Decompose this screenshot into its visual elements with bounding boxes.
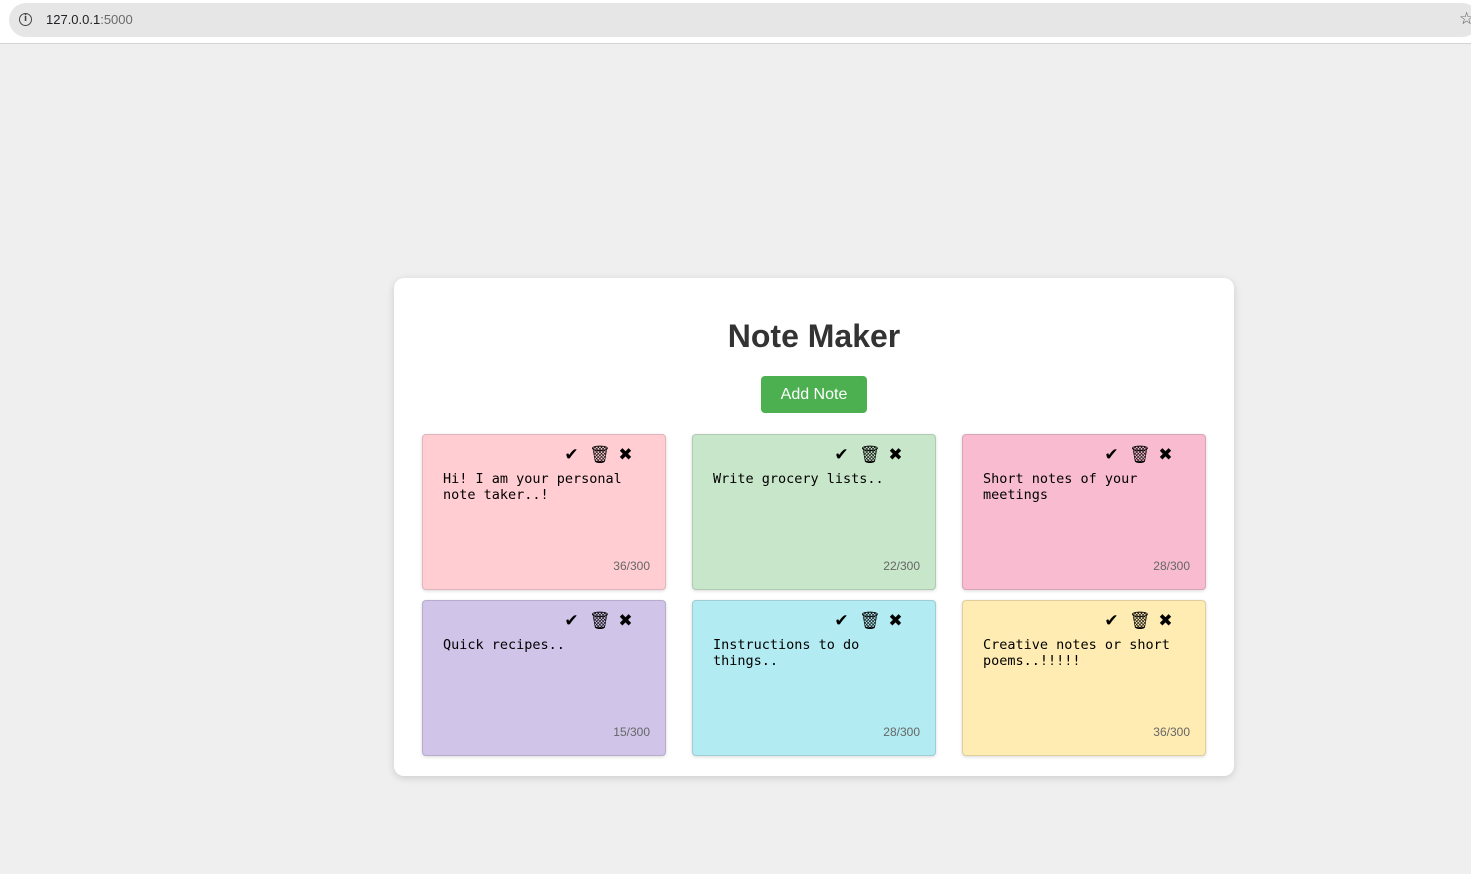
site-info-icon[interactable]: i bbox=[19, 13, 32, 26]
trash-icon[interactable]: 🗑 bbox=[859, 445, 881, 465]
bookmark-star-icon[interactable]: ☆ bbox=[1459, 9, 1471, 29]
close-icon[interactable]: ✖ bbox=[1156, 611, 1175, 631]
address-bar[interactable]: i 127.0.0.1:5000 ☆ bbox=[9, 3, 1471, 37]
notes-grid: ✔ 🗑 ✖ Hi! I am your personal note taker.… bbox=[422, 434, 1206, 756]
note-card[interactable]: ✔ 🗑 ✖ Instructions to do things.. 28/300 bbox=[692, 600, 936, 756]
char-count: 15/300 bbox=[613, 725, 650, 739]
trash-icon[interactable]: 🗑 bbox=[1129, 611, 1151, 631]
url-port: :5000 bbox=[100, 12, 133, 27]
note-card[interactable]: ✔ 🗑 ✖ Creative notes or short poems..!!!… bbox=[962, 600, 1206, 756]
note-card[interactable]: ✔ 🗑 ✖ Quick recipes.. 15/300 bbox=[422, 600, 666, 756]
note-actions: ✔ 🗑 ✖ bbox=[832, 445, 905, 465]
page-title: Note Maker bbox=[727, 318, 901, 354]
note-text[interactable]: Short notes of your meetings bbox=[983, 471, 1188, 503]
note-card[interactable]: ✔ 🗑 ✖ Hi! I am your personal note taker.… bbox=[422, 434, 666, 590]
trash-icon[interactable]: 🗑 bbox=[1129, 445, 1151, 465]
check-icon[interactable]: ✔ bbox=[832, 611, 851, 631]
check-icon[interactable]: ✔ bbox=[832, 445, 851, 465]
note-text[interactable]: Creative notes or short poems..!!!!! bbox=[983, 637, 1188, 669]
note-actions: ✔ 🗑 ✖ bbox=[832, 611, 905, 631]
char-count: 28/300 bbox=[883, 725, 920, 739]
close-icon[interactable]: ✖ bbox=[616, 445, 635, 465]
check-icon[interactable]: ✔ bbox=[1102, 445, 1121, 465]
trash-icon[interactable]: 🗑 bbox=[859, 611, 881, 631]
close-icon[interactable]: ✖ bbox=[616, 611, 635, 631]
note-maker-panel: Note Maker Add Note ✔ 🗑 ✖ Hi! I am your … bbox=[394, 278, 1234, 776]
url-text[interactable]: 127.0.0.1:5000 bbox=[46, 12, 133, 27]
browser-toolbar: i 127.0.0.1:5000 ☆ bbox=[0, 0, 1471, 44]
note-text[interactable]: Instructions to do things.. bbox=[713, 637, 918, 669]
char-count: 36/300 bbox=[613, 559, 650, 573]
check-icon[interactable]: ✔ bbox=[562, 445, 581, 465]
note-card[interactable]: ✔ 🗑 ✖ Short notes of your meetings 28/30… bbox=[962, 434, 1206, 590]
check-icon[interactable]: ✔ bbox=[1102, 611, 1121, 631]
char-count: 28/300 bbox=[1153, 559, 1190, 573]
note-text[interactable]: Quick recipes.. bbox=[443, 637, 648, 653]
trash-icon[interactable]: 🗑 bbox=[589, 611, 611, 631]
note-card[interactable]: ✔ 🗑 ✖ Write grocery lists.. 22/300 bbox=[692, 434, 936, 590]
trash-icon[interactable]: 🗑 bbox=[589, 445, 611, 465]
note-text[interactable]: Write grocery lists.. bbox=[713, 471, 918, 487]
close-icon[interactable]: ✖ bbox=[886, 611, 905, 631]
char-count: 22/300 bbox=[883, 559, 920, 573]
check-icon[interactable]: ✔ bbox=[562, 611, 581, 631]
note-actions: ✔ 🗑 ✖ bbox=[562, 611, 635, 631]
note-text[interactable]: Hi! I am your personal note taker..! bbox=[443, 471, 648, 503]
close-icon[interactable]: ✖ bbox=[886, 445, 905, 465]
note-actions: ✔ 🗑 ✖ bbox=[1102, 445, 1175, 465]
url-host: 127.0.0.1 bbox=[46, 12, 101, 27]
char-count: 36/300 bbox=[1153, 725, 1190, 739]
close-icon[interactable]: ✖ bbox=[1156, 445, 1175, 465]
add-note-button[interactable]: Add Note bbox=[761, 376, 867, 413]
note-actions: ✔ 🗑 ✖ bbox=[1102, 611, 1175, 631]
note-actions: ✔ 🗑 ✖ bbox=[562, 445, 635, 465]
